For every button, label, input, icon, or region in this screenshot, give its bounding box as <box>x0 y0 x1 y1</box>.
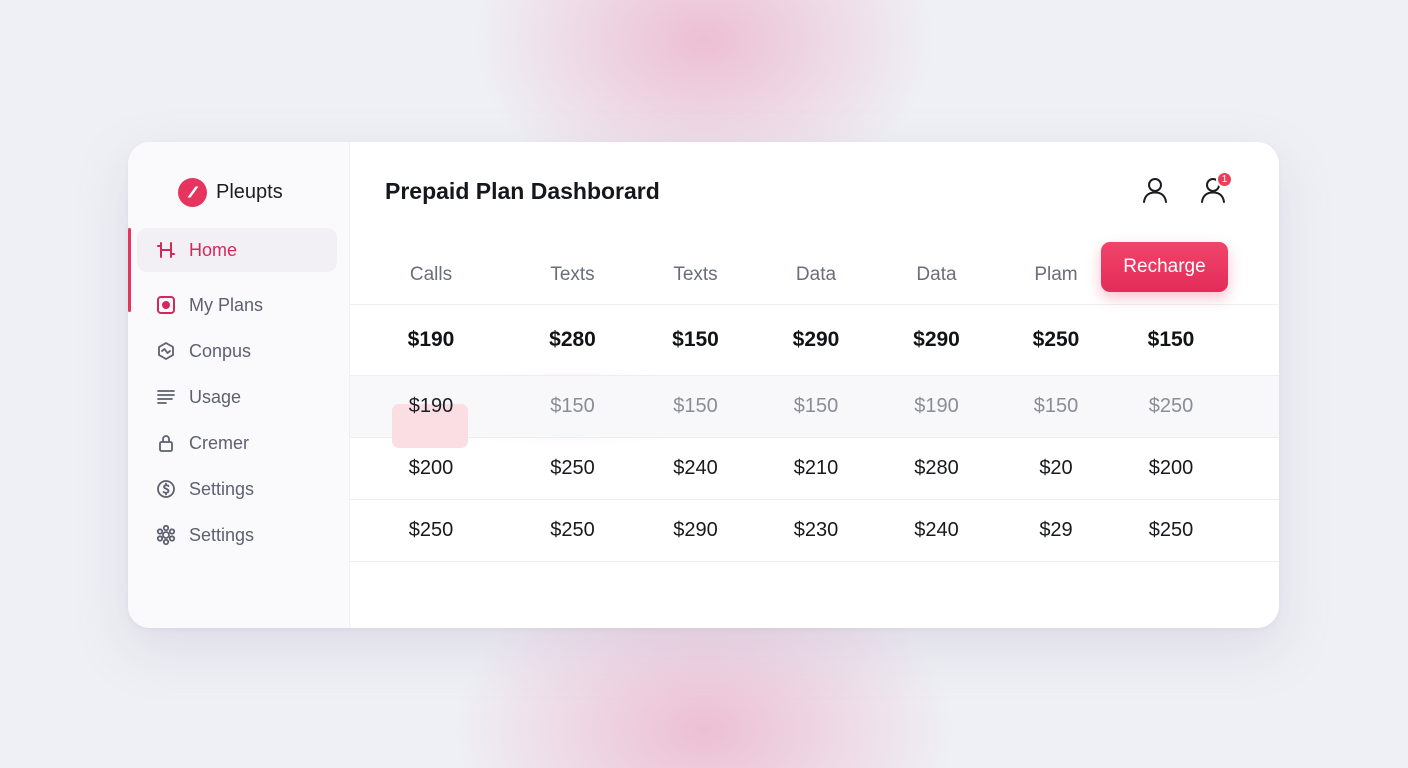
table-cell: $150 <box>1033 395 1079 417</box>
column-header[interactable]: Calls <box>350 260 510 286</box>
table-cell: $150 <box>793 395 839 417</box>
sidebar-item-settings[interactable]: Settings <box>137 512 337 558</box>
table-cell: $200 <box>1148 457 1194 479</box>
coupon-icon <box>155 340 177 362</box>
sidebar-item-label: Home <box>189 239 238 260</box>
user-icon <box>1143 178 1167 203</box>
sidebar-item-cremer[interactable]: Cremer <box>137 420 337 466</box>
brand-logo-icon <box>178 177 207 207</box>
table-cell: $150 <box>673 395 718 417</box>
sidebar-item-settings-billing[interactable]: Settings <box>137 466 337 512</box>
sidebar: Pleupts Home My Plans Conpus Usage Creme… <box>128 142 350 628</box>
active-indicator <box>128 228 131 312</box>
table-cell: $200 <box>408 457 454 479</box>
sidebar-item-label: Conpus <box>189 340 252 361</box>
sidebar-item-home[interactable]: Home <box>137 228 337 272</box>
sidebar-item-label: Usage <box>189 386 242 407</box>
table-cell: $290 <box>913 328 960 351</box>
home-icon <box>155 239 177 261</box>
recharge-button[interactable]: Recharge <box>1101 242 1228 292</box>
table-cell: $230 <box>793 519 839 541</box>
main-content: Prepaid Plan Dashborard 1 Calls Texts Te… <box>350 142 1279 628</box>
table-cell: $210 <box>793 457 839 479</box>
sidebar-item-my-plans[interactable]: My Plans <box>137 282 337 328</box>
column-header[interactable]: Plam <box>997 260 1115 286</box>
lock-icon <box>155 432 177 454</box>
table-cell: $250 <box>408 519 454 541</box>
brand: Pleupts <box>178 177 283 207</box>
notification-badge: 1 <box>1216 171 1233 188</box>
table-cell: $29 <box>1039 519 1073 541</box>
plans-icon <box>155 294 177 316</box>
billing-icon <box>155 478 177 500</box>
table-cell: $250 <box>550 457 595 479</box>
table-cell: $150 <box>672 328 719 351</box>
table-cell: $290 <box>673 519 718 541</box>
dashboard-card: Pleupts Home My Plans Conpus Usage Creme… <box>128 142 1279 628</box>
account-notifications-button[interactable]: 1 <box>1197 171 1233 206</box>
usage-icon <box>155 386 177 408</box>
table-row[interactable]: $200 $250 $240 $210 $280 $20 $200 <box>350 438 1279 500</box>
table-row-selected[interactable]: $190 $150 $150 $150 $190 $150 $250 <box>350 376 1279 448</box>
table-cell: $290 <box>792 328 840 351</box>
table-cell: $150 <box>550 395 595 417</box>
table-cell: $250 <box>1148 395 1194 417</box>
sidebar-item-label: Settings <box>189 524 255 545</box>
table-cell: $190 <box>407 328 455 351</box>
sidebar-item-label: Settings <box>189 478 255 499</box>
brand-name: Pleupts <box>216 180 283 203</box>
table-cell: $250 <box>1148 519 1194 541</box>
header-actions: 1 <box>1139 171 1233 206</box>
table-cell-highlighted[interactable]: $190 <box>350 395 510 448</box>
table-row[interactable]: $250 $250 $290 $230 $240 $29 $250 <box>350 500 1279 562</box>
table-cell: $240 <box>914 519 959 541</box>
table-cell: $280 <box>549 328 596 351</box>
gear-icon <box>155 524 177 546</box>
sidebar-nav: Home My Plans Conpus Usage Cremer Settin… <box>137 228 337 558</box>
column-header[interactable]: Texts <box>635 260 756 286</box>
table-cell-value: $190 <box>408 395 454 417</box>
column-header[interactable]: Texts <box>510 260 635 286</box>
sidebar-item-label: Cremer <box>189 432 250 453</box>
column-header[interactable]: Data <box>876 260 997 286</box>
table-cell: $250 <box>550 519 595 541</box>
column-header[interactable]: Data <box>756 260 876 286</box>
profile-button[interactable] <box>1139 174 1171 206</box>
page-title: Prepaid Plan Dashborard <box>385 178 660 204</box>
sidebar-item-usage[interactable]: Usage <box>137 374 337 420</box>
sidebar-item-conpus[interactable]: Conpus <box>137 328 337 374</box>
table-row[interactable]: $190 $280 $150 $290 $290 $250 $150 <box>350 305 1279 376</box>
table-cell: $280 <box>914 457 959 479</box>
sidebar-item-label: My Plans <box>189 294 264 315</box>
table-cell: $150 <box>1147 328 1195 351</box>
table-cell: $250 <box>1032 328 1080 351</box>
table-cell: $20 <box>1039 457 1073 479</box>
table-cell: $240 <box>673 457 718 479</box>
table-cell: $190 <box>914 395 959 417</box>
